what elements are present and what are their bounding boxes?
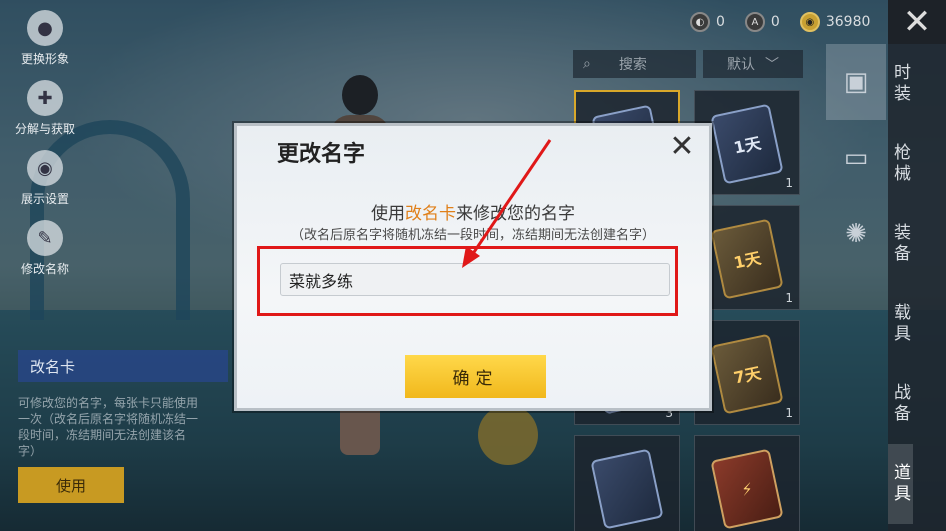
avatar-icon: ● [27,10,63,46]
box-category-icon[interactable]: ▭ [826,120,886,196]
currency-value: 36980 [825,14,871,30]
tab-equipment[interactable]: 装备 [888,204,913,284]
currency-value: 0 [770,14,780,30]
item-name-label: 改名卡 [18,350,228,382]
close-icon[interactable]: ✕ [667,132,697,162]
left-menu: ● 更换形象 ✚ 分解与获取 ◉ 展示设置 ✎ 修改名称 [0,10,90,290]
menu-edit-name[interactable]: ✎ 修改名称 [0,220,90,290]
item-quantity: 1 [785,291,793,305]
annotation-box [257,246,678,316]
currency-item: A 0 [744,12,780,32]
menu-change-avatar[interactable]: ● 更换形象 [0,10,90,80]
sort-label: 默认 [727,57,755,73]
menu-decompose[interactable]: ✚ 分解与获取 [0,80,90,150]
search-input[interactable]: ⌕ 搜索 [573,50,696,78]
inventory-item[interactable] [574,435,680,531]
card-category-icon[interactable]: ▣ [826,44,886,120]
item-quantity: 1 [785,176,793,190]
xp-card-icon: 1天 [710,103,784,185]
item-card-icon [590,448,664,530]
close-icon[interactable]: ✕ [888,0,946,44]
eye-icon: ◉ [27,150,63,186]
tab-items[interactable]: 道具 [888,444,913,524]
inventory-item[interactable]: ⚡ [694,435,800,531]
dialog-title: 更改名字 [277,142,366,167]
tab-vehicles[interactable]: 载具 [888,284,913,364]
item-description: 可修改您的名字，每张卡只能使用一次（改名后原名字将随机冻结一段时间，冻结期间无法… [18,396,199,458]
puzzle-icon: ✚ [27,80,63,116]
edit-icon: ✎ [27,220,63,256]
confirm-button[interactable]: 确定 [405,355,546,398]
currency-item: ◉ 36980 [799,12,871,32]
dark-coin-icon: ◐ [690,12,710,32]
search-icon: ⌕ [583,56,591,72]
shield-badge-icon: ⚡ [710,448,784,530]
category-tabs: 时装 枪械 装备 载具 战备 道具 [888,44,946,531]
currency-item: ◐ 0 [690,12,725,32]
menu-label: 展示设置 [20,192,69,206]
chevron-down-icon: ﹀ [765,57,779,73]
double-card-icon: 7天 [710,333,784,415]
menu-display-settings[interactable]: ◉ 展示设置 [0,150,90,220]
tab-guns[interactable]: 枪械 [888,124,913,204]
menu-label: 分解与获取 [14,122,75,136]
currency-bar: ◐ 0 A 0 ◉ 36980 [690,8,884,36]
a-coin-icon: A [744,12,765,32]
menu-label: 更换形象 [20,52,69,66]
dialog-instruction: 使用改名卡来修改您的名字 [371,204,575,224]
sort-dropdown[interactable]: 默认 ﹀ [703,50,803,78]
currency-value: 0 [716,14,725,30]
dialog-note: （改名后原名字将随机冻结一段时间，冻结期间无法创建名字） [290,228,655,243]
double-card-icon: 1天 [710,218,784,300]
burst-category-icon[interactable]: ✺ [826,196,886,272]
search-placeholder: 搜索 [618,57,647,73]
gold-coin-icon: ◉ [799,12,820,32]
use-button[interactable]: 使用 [18,467,124,503]
item-quantity: 1 [785,406,793,420]
subcategory-column: ▣ ▭ ✺ [826,44,886,531]
tab-supplies[interactable]: 战备 [888,364,913,444]
tab-fashion[interactable]: 时装 [888,44,913,124]
menu-label: 修改名称 [20,262,69,276]
rename-card-highlight: 改名卡 [405,204,456,224]
